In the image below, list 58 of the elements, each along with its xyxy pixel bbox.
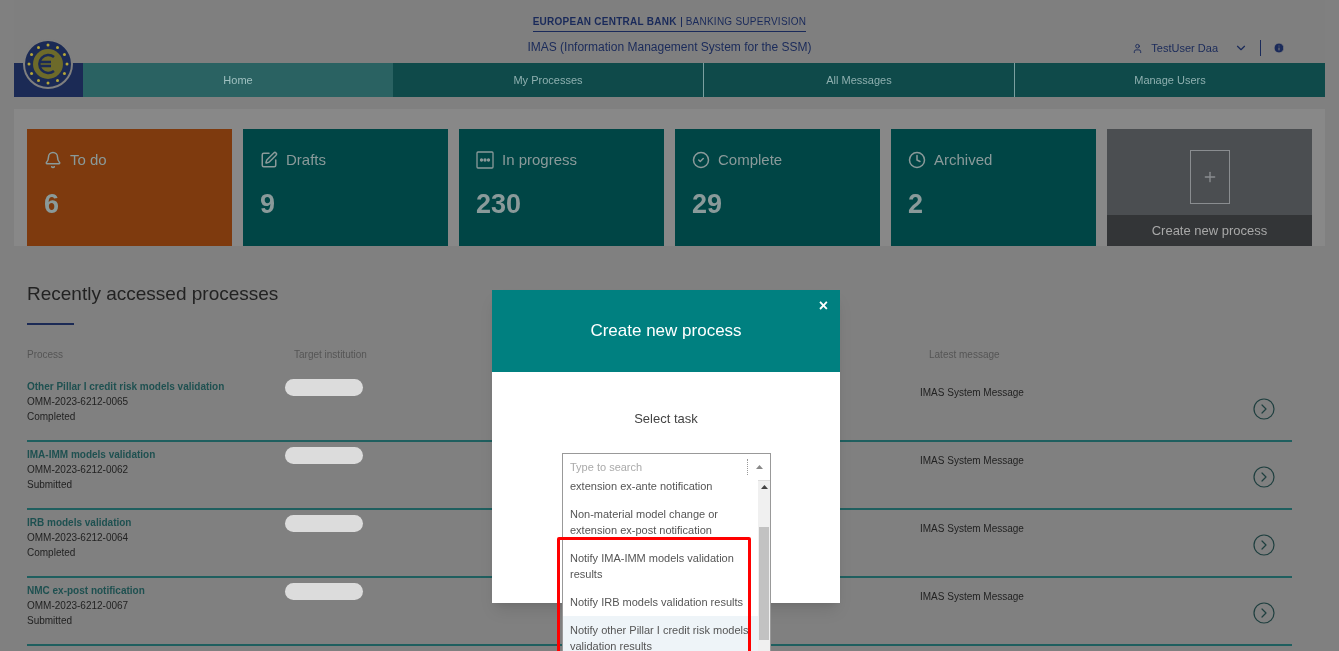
section-title: Recently accessed processes: [27, 282, 279, 306]
user-icon: [1132, 42, 1144, 54]
latest-message: IMAS System Message: [920, 454, 1024, 466]
scroll-up-icon[interactable]: [760, 485, 768, 489]
latest-message: IMAS System Message: [920, 522, 1024, 534]
process-link[interactable]: IMA-IMM models validation: [27, 446, 285, 462]
tile-count: 9: [260, 187, 276, 221]
status-tile[interactable]: Complete 29: [675, 129, 880, 246]
process-id: OMM-2023-6212-0067: [27, 598, 130, 613]
latest-message: IMAS System Message: [920, 590, 1024, 602]
search-field[interactable]: Type to search: [563, 458, 747, 476]
nav-tab[interactable]: Home: [83, 63, 393, 97]
tile-count: 29: [692, 187, 723, 221]
tile-count: 2: [908, 187, 924, 221]
process-id: OMM-2023-6212-0062: [27, 462, 130, 477]
latest-message: IMAS System Message: [920, 386, 1024, 398]
tile-label: In progress: [502, 150, 578, 170]
open-process-icon[interactable]: [1252, 601, 1276, 625]
create-process-tile[interactable]: Create new process: [1107, 129, 1312, 246]
open-process-icon[interactable]: [1252, 533, 1276, 557]
status-tile[interactable]: In progress 230: [459, 129, 664, 246]
brand-subtitle: BANKING SUPERVISION: [685, 15, 807, 29]
plus-box-icon: [1189, 149, 1230, 204]
tile-label: Archived: [934, 150, 993, 170]
status-tile[interactable]: Drafts 9: [243, 129, 448, 246]
status-tile[interactable]: To do 6: [27, 129, 232, 246]
tile-count: 6: [44, 187, 60, 221]
open-process-icon[interactable]: [1252, 397, 1276, 421]
status-tile[interactable]: Archived 2: [891, 129, 1096, 246]
create-process-label: Create new process: [1107, 214, 1312, 246]
app-title: IMAS (Information Management System for the SSM): [527, 39, 812, 56]
process-link[interactable]: IRB models validation: [27, 514, 285, 530]
process-link[interactable]: Other Pillar I credit risk models validation: [27, 378, 285, 394]
process-status: Submitted: [27, 477, 74, 492]
open-process-icon[interactable]: [1252, 465, 1276, 489]
info-icon[interactable]: [1273, 42, 1285, 55]
brand-name: EUROPEAN CENTRAL BANK: [532, 15, 677, 29]
tile-label: To do: [70, 150, 107, 170]
pencil-icon: [260, 151, 278, 170]
bell-icon: [44, 151, 62, 170]
process-status: Completed: [27, 409, 77, 424]
dots-icon: [476, 151, 494, 170]
task-option[interactable]: Notify other Pillar I credit risk models validation results: [563, 616, 758, 651]
modal-title: Create new process: [590, 320, 742, 343]
scrollbar[interactable]: [758, 481, 770, 651]
process-id: OMM-2023-6212-0064: [27, 530, 130, 545]
process-status: Submitted: [27, 613, 74, 628]
select-task-label: Select task: [634, 410, 698, 428]
process-id: OMM-2023-6212-0065: [27, 394, 130, 409]
user-name[interactable]: TestUser Daa: [1151, 40, 1218, 57]
process-link[interactable]: NMC ex-post notification: [27, 582, 285, 598]
tile-count: 230: [476, 187, 522, 221]
process-status: Completed: [27, 545, 77, 560]
tile-label: Complete: [718, 150, 783, 170]
check-icon: [692, 151, 710, 170]
tile-label: Drafts: [286, 150, 326, 170]
close-button[interactable]: ×: [818, 298, 828, 314]
clock-icon: [908, 151, 926, 170]
